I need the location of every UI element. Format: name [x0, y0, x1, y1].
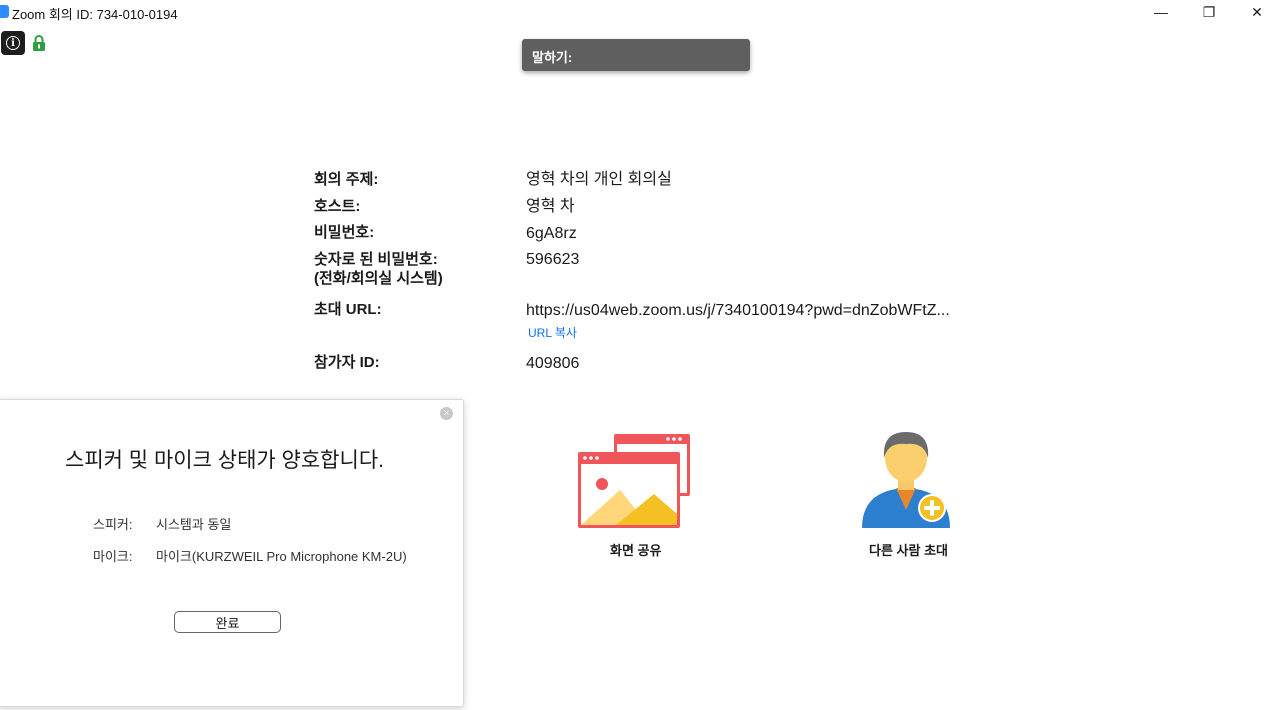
password-value: 6gA8rz	[526, 225, 577, 242]
invite-button[interactable]	[858, 428, 954, 534]
share-screen-button[interactable]	[576, 432, 696, 532]
topic-value: 영혁 차의 개인 회의실	[526, 171, 672, 188]
share-screen-label: 화면 공유	[610, 543, 662, 558]
title-bar: Zoom 회의 ID: 734-010-0194 — ❐ ✕	[0, 0, 1280, 24]
speaking-indicator: 말하기:	[522, 39, 750, 71]
audio-status-dialog: × 스피커 및 마이크 상태가 양호합니다. 스피커: 시스템과 동일 마이크:…	[0, 399, 464, 707]
done-button[interactable]: 완료	[174, 611, 281, 633]
window-title: Zoom 회의 ID: 734-010-0194	[12, 7, 178, 22]
speaker-value: 시스템과 동일	[156, 517, 232, 532]
numeric-password-value: 596623	[526, 251, 580, 268]
lock-icon	[33, 35, 45, 51]
zoom-logo-icon	[0, 5, 9, 18]
copy-url-link[interactable]: URL 복사	[528, 324, 577, 341]
host-label: 호스트:	[314, 198, 361, 215]
speaker-label: 스피커:	[93, 517, 133, 532]
minimize-icon[interactable]: —	[1138, 0, 1184, 24]
numeric-password-label-line2: (전화/회의실 시스템)	[314, 270, 443, 287]
topic-label: 회의 주제:	[314, 171, 379, 188]
share-screen-icon	[578, 434, 690, 528]
host-value: 영혁 차	[526, 198, 575, 215]
info-icon: i	[6, 36, 20, 50]
invite-url-value: https://us04web.zoom.us/j/7340100194?pwd…	[526, 302, 950, 319]
mic-value: 마이크(KURZWEIL Pro Microphone KM-2U)	[156, 549, 407, 564]
mic-label: 마이크:	[93, 549, 133, 564]
participant-id-label: 참가자 ID:	[314, 354, 380, 371]
close-icon[interactable]: ✕	[1234, 0, 1280, 24]
dialog-title: 스피커 및 마이크 상태가 양호합니다.	[65, 449, 384, 472]
invite-url-label: 초대 URL:	[314, 301, 382, 318]
invite-label: 다른 사람 초대	[869, 543, 948, 558]
restore-icon[interactable]: ❐	[1186, 0, 1232, 24]
numeric-password-label-line1: 숫자로 된 비밀번호:	[314, 251, 438, 268]
speaking-label: 말하기:	[532, 50, 573, 65]
meeting-info-button[interactable]: i	[1, 31, 25, 55]
dialog-close-icon[interactable]: ×	[440, 407, 453, 420]
invite-person-icon	[862, 432, 950, 528]
password-label: 비밀번호:	[314, 224, 375, 241]
participant-id-value: 409806	[526, 355, 580, 372]
